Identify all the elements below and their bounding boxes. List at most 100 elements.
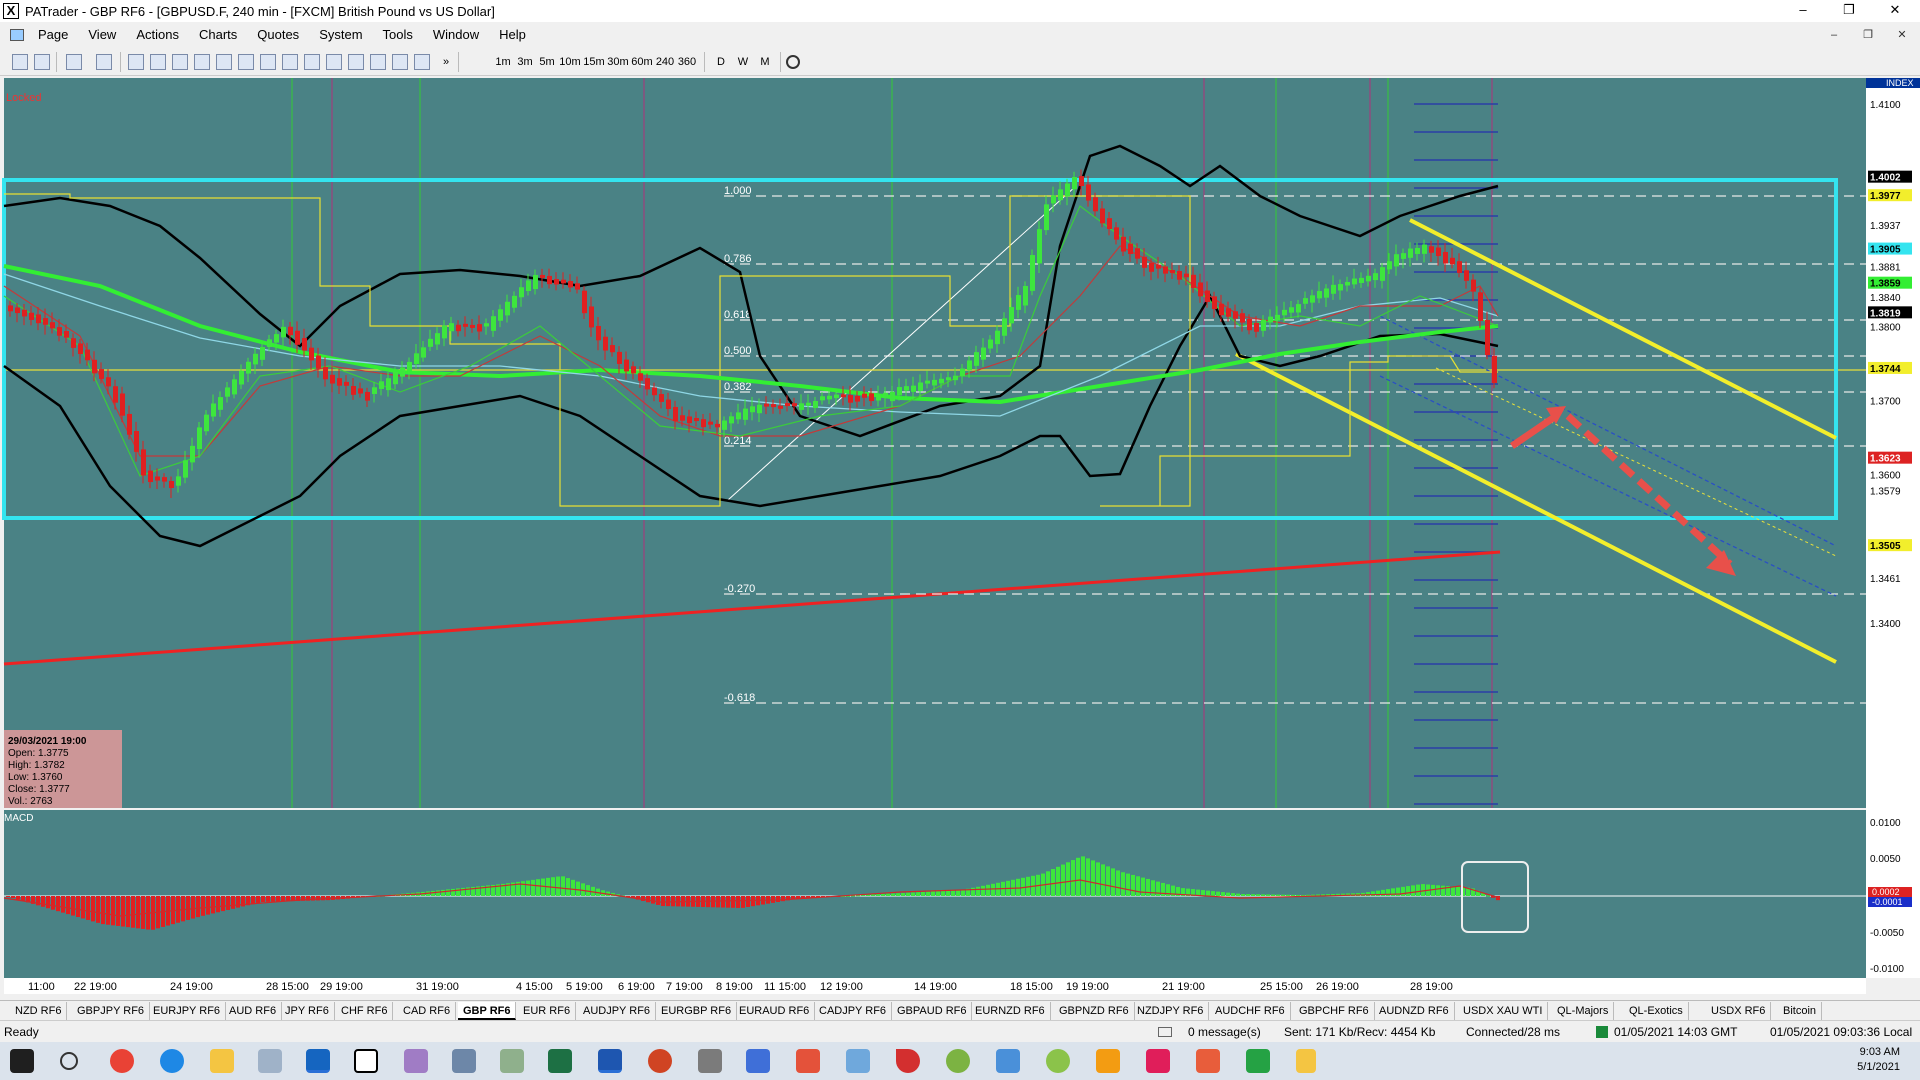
excel-icon[interactable] (548, 1049, 572, 1073)
tab-usdx-xau-wti[interactable]: USDX XAU WTI (1458, 1002, 1549, 1020)
tab-ql-majors[interactable]: QL-Majors (1552, 1002, 1615, 1020)
link-icon[interactable] (12, 54, 28, 70)
tab-gbpjpy-rf6[interactable]: GBPJPY RF6 (72, 1002, 151, 1020)
menu-actions[interactable]: Actions (126, 22, 189, 48)
period-m-button[interactable]: M (756, 53, 774, 71)
taskbar-clock[interactable]: 9:03 AM 5/1/2021 (1857, 1045, 1900, 1075)
cycle-icon[interactable] (414, 54, 430, 70)
crosshair-icon[interactable] (96, 54, 112, 70)
cursor-icon[interactable] (128, 54, 144, 70)
tab-eur-rf6[interactable]: EUR RF6 (518, 1002, 577, 1020)
tf-30m-button[interactable]: 30m (606, 53, 630, 71)
remote-desktop-icon[interactable] (846, 1049, 870, 1073)
tab-audnzd-rf6[interactable]: AUDNZD RF6 (1374, 1002, 1455, 1020)
period-w-button[interactable]: W (734, 53, 752, 71)
menu-help[interactable]: Help (489, 22, 536, 48)
minimize-button[interactable]: – (1780, 0, 1826, 22)
menu-charts[interactable]: Charts (189, 22, 247, 48)
app-purple-icon[interactable] (404, 1049, 428, 1073)
tab-audjpy-rf6[interactable]: AUDJPY RF6 (578, 1002, 657, 1020)
edge-icon[interactable] (160, 1049, 184, 1073)
tab-gbpchf-rf6[interactable]: GBPCHF RF6 (1294, 1002, 1375, 1020)
chart-icon[interactable] (66, 54, 82, 70)
tab-nzd-rf6[interactable]: NZD RF6 (10, 1002, 68, 1020)
menu-window[interactable]: Window (423, 22, 489, 48)
mdi-minimize-button[interactable]: – (1822, 26, 1846, 44)
fib-retracement-icon[interactable] (260, 54, 276, 70)
tf-240-button[interactable]: 240 (654, 53, 676, 71)
rectangle-icon[interactable] (348, 54, 364, 70)
gann-fan-icon[interactable] (304, 54, 320, 70)
app-monitor-icon[interactable] (996, 1049, 1020, 1073)
hline-icon[interactable] (150, 54, 166, 70)
app-green-icon[interactable] (500, 1049, 524, 1073)
channel-icon[interactable] (216, 54, 232, 70)
period-d-button[interactable]: D (712, 53, 730, 71)
clock-icon[interactable] (786, 55, 800, 69)
tab-gbpaud-rf6[interactable]: GBPAUD RF6 (892, 1002, 973, 1020)
tab-gbpnzd-rf6[interactable]: GBPNZD RF6 (1054, 1002, 1135, 1020)
fib-extension-icon[interactable] (282, 54, 298, 70)
app-orange-icon[interactable] (1096, 1049, 1120, 1073)
tab-aud-rf6[interactable]: AUD RF6 (224, 1002, 283, 1020)
tab-bitcoin[interactable]: Bitcoin (1778, 1002, 1823, 1020)
unlink-icon[interactable] (34, 54, 50, 70)
price-chart[interactable]: 1.000 0.786 0.618 0.500 0.382 0.214 -0.270 -0.6… (0, 76, 1920, 1000)
menu-page[interactable]: Page (28, 22, 78, 48)
vline-icon[interactable] (172, 54, 188, 70)
app-c-green-icon[interactable] (1246, 1049, 1270, 1073)
text-icon[interactable] (370, 54, 386, 70)
mdi-close-button[interactable]: ✕ (1890, 26, 1914, 44)
tab-cadjpy-rf6[interactable]: CADJPY RF6 (814, 1002, 893, 1020)
time-zones-icon[interactable] (326, 54, 342, 70)
app-w-icon[interactable] (1046, 1049, 1070, 1073)
notepad-icon[interactable] (258, 1049, 282, 1073)
menu-view[interactable]: View (78, 22, 126, 48)
word-icon[interactable] (598, 1049, 622, 1073)
tab-jpy-rf6[interactable]: JPY RF6 (280, 1002, 335, 1020)
tf-60m-button[interactable]: 60m (630, 53, 654, 71)
app-gray-icon[interactable] (698, 1049, 722, 1073)
file-explorer-icon[interactable] (210, 1049, 234, 1073)
tab-euraud-rf6[interactable]: EURAUD RF6 (734, 1002, 816, 1020)
tf-3m-button[interactable]: 3m (514, 53, 536, 71)
close-button[interactable]: ✕ (1872, 0, 1918, 22)
tab-chf-rf6[interactable]: CHF RF6 (336, 1002, 394, 1020)
tf-1m-button[interactable]: 1m (492, 53, 514, 71)
calculator-icon[interactable] (452, 1049, 476, 1073)
tab-eurnzd-rf6[interactable]: EURNZD RF6 (970, 1002, 1051, 1020)
tab-cad-rf6[interactable]: CAD RF6 (398, 1002, 457, 1020)
pitchfork-icon[interactable] (392, 54, 408, 70)
fib-channel-icon[interactable] (238, 54, 254, 70)
mdi-restore-button[interactable]: ❐ (1856, 26, 1880, 44)
tf-15m-button[interactable]: 15m (582, 53, 606, 71)
patrader-icon[interactable] (354, 1049, 378, 1073)
maximize-button[interactable]: ❐ (1826, 0, 1872, 22)
search-icon[interactable] (60, 1052, 78, 1070)
chrome-icon[interactable] (110, 1049, 134, 1073)
tf-360-button[interactable]: 360 (676, 53, 698, 71)
app-bird-icon[interactable] (896, 1049, 920, 1073)
powerpoint-icon[interactable] (648, 1049, 672, 1073)
tab-audchf-rf6[interactable]: AUDCHF RF6 (1210, 1002, 1291, 1020)
tf-10m-button[interactable]: 10m (558, 53, 582, 71)
tab-nzdjpy-rf6[interactable]: NZDJPY RF6 (1132, 1002, 1210, 1020)
menu-tools[interactable]: Tools (373, 22, 423, 48)
tab-eurgbp-rf6[interactable]: EURGBP RF6 (656, 1002, 738, 1020)
tab-eurjpy-rf6[interactable]: EURJPY RF6 (148, 1002, 227, 1020)
app-c-icon[interactable] (1196, 1049, 1220, 1073)
menu-quotes[interactable]: Quotes (247, 22, 309, 48)
toolbar-overflow-button[interactable]: » (438, 53, 454, 71)
app-s-red-icon[interactable] (796, 1049, 820, 1073)
tab-gbp-rf6[interactable]: GBP RF6 (458, 1002, 517, 1020)
app-folder-icon[interactable] (1296, 1049, 1316, 1073)
menu-system[interactable]: System (309, 22, 372, 48)
app-s-blue-icon[interactable] (746, 1049, 770, 1073)
tf-5m-button[interactable]: 5m (536, 53, 558, 71)
status-messages[interactable]: 0 message(s) (1188, 1024, 1261, 1040)
app-leaf-icon[interactable] (946, 1049, 970, 1073)
trendline-icon[interactable] (194, 54, 210, 70)
tab-usdx-rf6[interactable]: USDX RF6 (1706, 1002, 1772, 1020)
slack-icon[interactable] (1146, 1049, 1170, 1073)
windows-start-icon[interactable] (10, 1049, 34, 1073)
